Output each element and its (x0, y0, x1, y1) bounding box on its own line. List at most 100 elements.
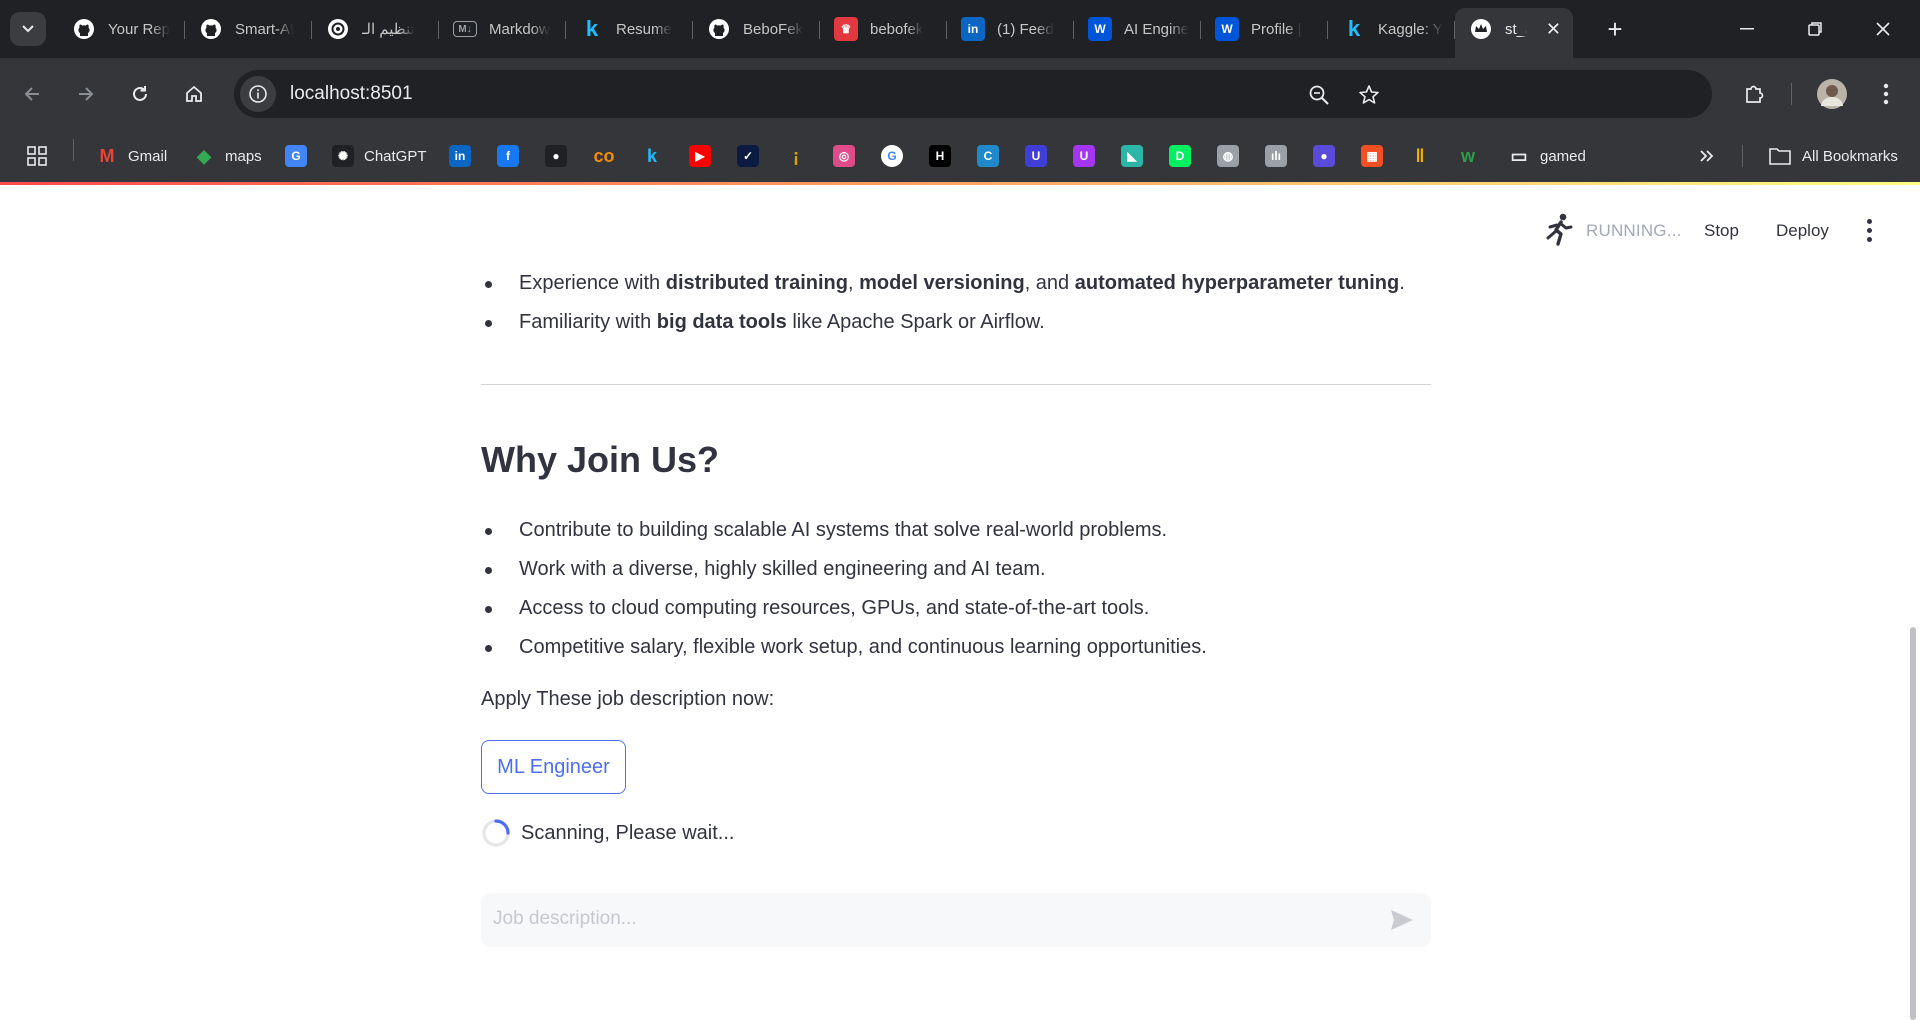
bookmark-item[interactable]: ılı (1265, 142, 1287, 170)
checkmark-icon: ✓ (737, 145, 759, 167)
close-tab-icon[interactable]: ✕ (1546, 19, 1561, 40)
markdown-icon: M↓ (453, 21, 477, 37)
home-button[interactable] (174, 74, 214, 114)
bookmark-item[interactable]: ✓ (737, 142, 759, 170)
bookmark-item[interactable]: ▦ (1361, 142, 1383, 170)
send-icon[interactable] (1389, 908, 1415, 932)
bookmark-star-button[interactable] (1356, 82, 1382, 108)
swirl-icon: ◎ (833, 145, 855, 167)
crown-icon: ♛ (834, 17, 858, 41)
cisco-icon: ılı (1265, 145, 1287, 167)
tab-title: BeboFek (743, 20, 804, 38)
site-info-button[interactable] (240, 76, 276, 112)
bookmark-item[interactable]: C (977, 142, 999, 170)
bookmark-item[interactable]: ◍ (1217, 142, 1239, 170)
udacity-icon: U (1025, 145, 1047, 167)
bookmark-item[interactable]: D (1169, 142, 1191, 170)
tab-search-button[interactable] (10, 12, 46, 46)
bookmark-item[interactable]: H (929, 142, 951, 170)
chatgpt-icon: ✺ (332, 145, 354, 167)
bookmark-item[interactable]: ▭ gamed (1508, 142, 1585, 170)
bookmark-item[interactable]: ● (1313, 142, 1335, 170)
text: , (847, 272, 860, 294)
browser-tab[interactable]: W Profile | (1201, 8, 1328, 50)
streamlit-crown-icon (1469, 17, 1493, 41)
active-tab[interactable]: st_app ✕ (1455, 8, 1573, 58)
reload-button[interactable] (120, 74, 160, 114)
bookmark-item[interactable]: w (1457, 142, 1479, 170)
text: like Apache Spark or Airflow. (786, 311, 1045, 333)
bookmark-item[interactable]: ◎ (833, 142, 855, 170)
tab-title: bebofek (870, 20, 924, 38)
bookmark-item[interactable]: ▶ (689, 142, 711, 170)
github-icon (72, 17, 96, 41)
apply-text: Apply These job description now: (481, 688, 775, 710)
bookmark-item[interactable]: f (497, 142, 519, 170)
bookmark-item[interactable]: U (1073, 142, 1095, 170)
bookmark-item[interactable]: ‖ (1409, 142, 1431, 170)
chrome-menu-button[interactable] (1866, 74, 1906, 114)
bookmark-item[interactable]: co (593, 142, 615, 170)
browser-tab[interactable]: Smart-AI (185, 8, 312, 50)
bookmark-item[interactable]: M Gmail (96, 142, 168, 170)
job-description-input[interactable]: Job description... (481, 893, 1431, 947)
toolbar-divider (1791, 83, 1792, 105)
app-menu-button[interactable] (1860, 215, 1878, 245)
restore-button[interactable] (1792, 10, 1838, 48)
browser-tab[interactable]: تنظيم الـ (312, 8, 439, 50)
browser-tab[interactable]: BeboFek (693, 8, 820, 50)
bookmark-item[interactable]: ● (545, 142, 567, 170)
minimize-button[interactable] (1724, 10, 1770, 48)
app-header: RUNNING... Stop Deploy (0, 185, 1920, 275)
apps-button[interactable] (26, 142, 48, 170)
bookmark-item[interactable]: G (285, 142, 307, 170)
github-icon: ● (545, 145, 567, 167)
ml-engineer-button[interactable]: ML Engineer (481, 740, 626, 794)
bookmark-item[interactable]: G (881, 142, 903, 170)
tab-title: (1) Feed (997, 20, 1054, 38)
bookmarks-bar: All Bookmarks M Gmail ◆ maps G ✺ ChatGPT in f ● co… (0, 130, 1920, 182)
ml-engineer-button-label: ML Engineer (497, 755, 610, 778)
browser-tab[interactable]: ♛ bebofek (820, 8, 947, 50)
extensions-button[interactable] (1734, 74, 1774, 114)
browser-tab[interactable]: in (1) Feed (947, 8, 1074, 50)
bookmark-item[interactable]: ◣ (1121, 142, 1143, 170)
bookmark-item[interactable]: k (641, 142, 663, 170)
bookmark-item[interactable]: U (1025, 142, 1047, 170)
close-window-button[interactable] (1860, 10, 1906, 48)
new-tab-button[interactable]: + (1600, 14, 1630, 44)
forward-button[interactable] (66, 74, 106, 114)
browser-tab[interactable]: k Resume (566, 8, 693, 50)
back-button[interactable] (12, 74, 52, 114)
requirement-item: Experience with distributed training, mo… (481, 264, 1431, 303)
tab-title: Kaggle: Y (1378, 20, 1443, 38)
browser-tab[interactable]: W AI Engine (1074, 8, 1201, 50)
address-bar[interactable]: localhost:8501 (234, 70, 1712, 118)
more-bookmarks-button[interactable] (1698, 142, 1716, 170)
profile-button[interactable] (1812, 74, 1852, 114)
all-bookmarks-button[interactable]: All Bookmarks (1768, 142, 1898, 170)
chatgpt-icon (326, 17, 350, 41)
browser-tab[interactable]: k Kaggle: Y (1328, 8, 1455, 50)
minimize-icon (1740, 28, 1754, 30)
wuzzuf-w-icon: w (1460, 145, 1475, 166)
page-scrollbar[interactable] (1910, 627, 1916, 1020)
browser-tab[interactable]: M↓ Markdow (439, 8, 566, 50)
folder-icon (1769, 148, 1791, 165)
frontend-mentor-icon: ◣ (1121, 145, 1143, 167)
bookmark-item[interactable]: ✺ ChatGPT (332, 142, 427, 170)
close-icon (1876, 22, 1890, 36)
bookmark-item[interactable]: ¡ (785, 142, 807, 170)
all-bookmarks-label: All Bookmarks (1802, 147, 1898, 165)
bookmark-item[interactable]: ◆ maps (193, 142, 262, 170)
deploy-button[interactable]: Deploy (1776, 221, 1829, 241)
browser-tab[interactable]: Your Rep (58, 8, 185, 50)
restore-icon (1808, 22, 1822, 36)
maps-icon: ◆ (197, 145, 211, 166)
google-icon: G (881, 145, 903, 167)
zoom-button[interactable] (1306, 82, 1332, 108)
divider (481, 384, 1431, 385)
stop-button[interactable]: Stop (1704, 221, 1739, 241)
torch-icon: ¡ (793, 145, 799, 166)
bookmark-item[interactable]: in (449, 142, 471, 170)
